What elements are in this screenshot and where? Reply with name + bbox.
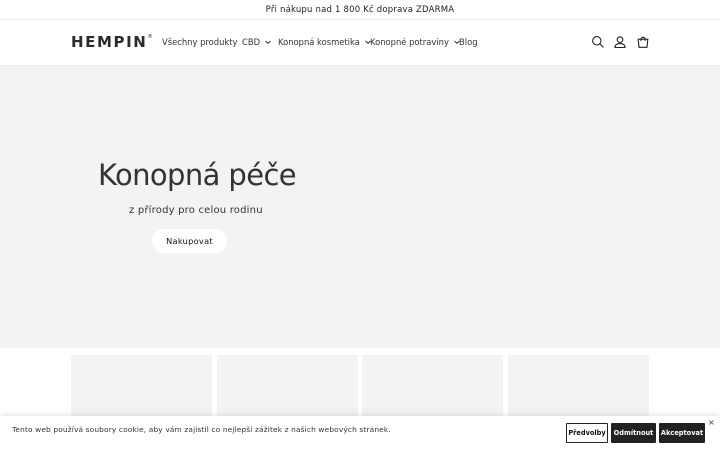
hero-title: Konopná péče <box>98 158 297 192</box>
cart-icon[interactable] <box>636 35 650 49</box>
account-icon[interactable] <box>613 35 627 49</box>
nav-item-label: Konopné potraviny <box>370 37 449 47</box>
cookie-preferences-button[interactable]: Předvolby <box>566 423 608 443</box>
logo-text: HEMPIN <box>71 33 148 51</box>
cookie-message: Tento web používá soubory cookie, aby vá… <box>12 425 391 434</box>
nav-item-label: Konopná kosmetika <box>278 37 360 47</box>
nav-item-label: Blog <box>459 37 478 47</box>
announcement-bar: Při nákupu nad 1 800 Kč doprava ZDARMA <box>0 0 720 20</box>
search-icon[interactable] <box>591 35 605 49</box>
nav-item-hemp-food[interactable]: Konopné potraviny <box>370 37 461 47</box>
hero-subtitle: z přírody pro celou rodinu <box>129 205 263 216</box>
cookie-banner: Tento web používá soubory cookie, aby vá… <box>0 416 720 450</box>
nav-item-hemp-cosmetics[interactable]: Konopná kosmetika <box>278 37 372 47</box>
shop-button[interactable]: Nakupovat <box>152 229 227 253</box>
registered-mark: ® <box>147 34 153 40</box>
nav-item-label: CBD <box>242 37 261 47</box>
site-header: HEMPIN® Všechny produkty CBD Konopná kos… <box>0 20 720 66</box>
nav-item-blog[interactable]: Blog <box>459 37 478 47</box>
nav-item-label: Všechny produkty <box>162 37 238 47</box>
nav-item-all-products[interactable]: Všechny produkty <box>162 37 238 47</box>
close-icon[interactable]: × <box>708 419 715 427</box>
hero-banner: Konopná péče z přírody pro celou rodinu … <box>0 66 720 348</box>
announcement-text: Při nákupu nad 1 800 Kč doprava ZDARMA <box>265 4 455 15</box>
nav-item-cbd[interactable]: CBD <box>242 37 272 47</box>
cookie-accept-button[interactable]: Akceptovat <box>659 423 705 443</box>
logo[interactable]: HEMPIN® <box>71 33 152 51</box>
cookie-decline-button[interactable]: Odmítnout <box>611 423 656 443</box>
chevron-down-icon <box>265 40 271 44</box>
